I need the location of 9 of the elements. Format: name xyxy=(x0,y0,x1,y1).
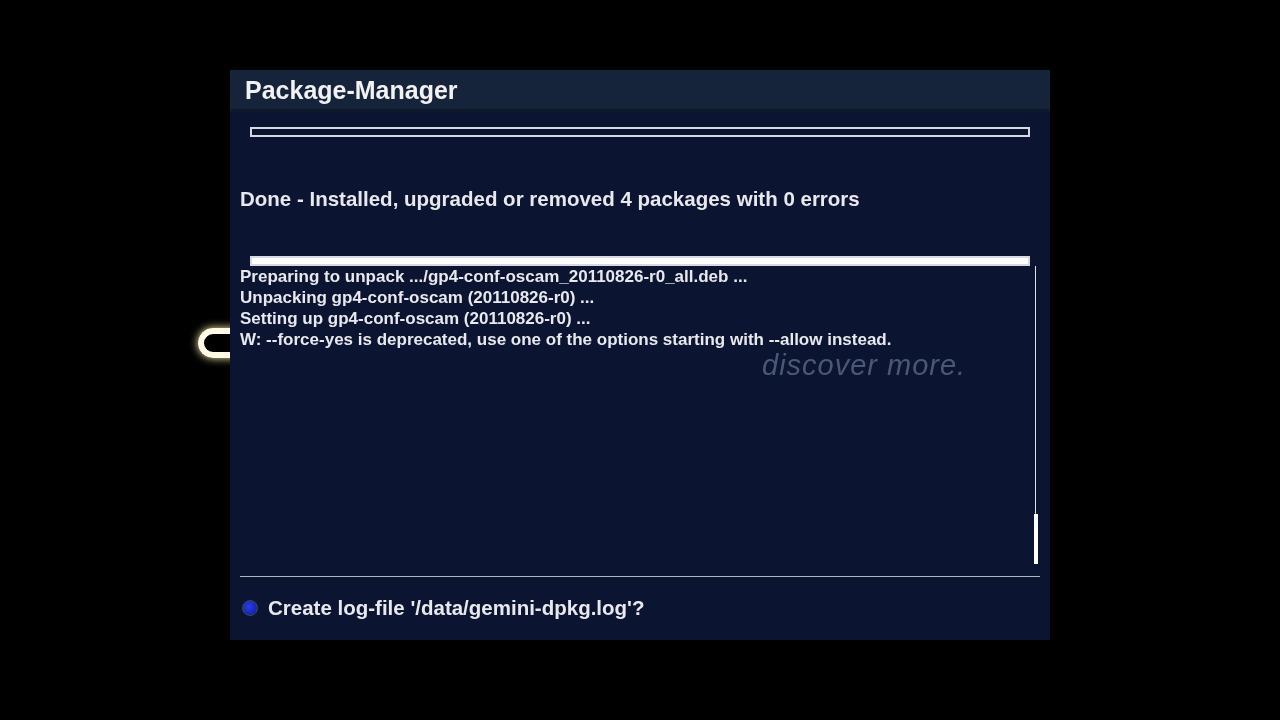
status-message: Done - Installed, upgraded or removed 4 packages with 0 errors xyxy=(240,187,861,211)
log-line: W: --force-yes is deprecated, use one of the options starting with --allow instead. xyxy=(240,329,893,350)
window-title: Package-Manager xyxy=(245,74,458,106)
log-line: Unpacking gp4-conf-oscam (20110826-r0) ... xyxy=(240,287,596,308)
tagline: discover more. xyxy=(762,348,967,382)
option-label[interactable]: Create log-file '/data/gemini-dpkg.log'? xyxy=(268,593,645,624)
radio-button[interactable] xyxy=(242,600,258,617)
log-line: Setting up gp4-conf-oscam (20110826-r0) ... xyxy=(240,308,592,329)
log-line: Preparing to unpack .../gp4-conf-oscam_20110826-r0_all.deb ... xyxy=(240,266,749,287)
